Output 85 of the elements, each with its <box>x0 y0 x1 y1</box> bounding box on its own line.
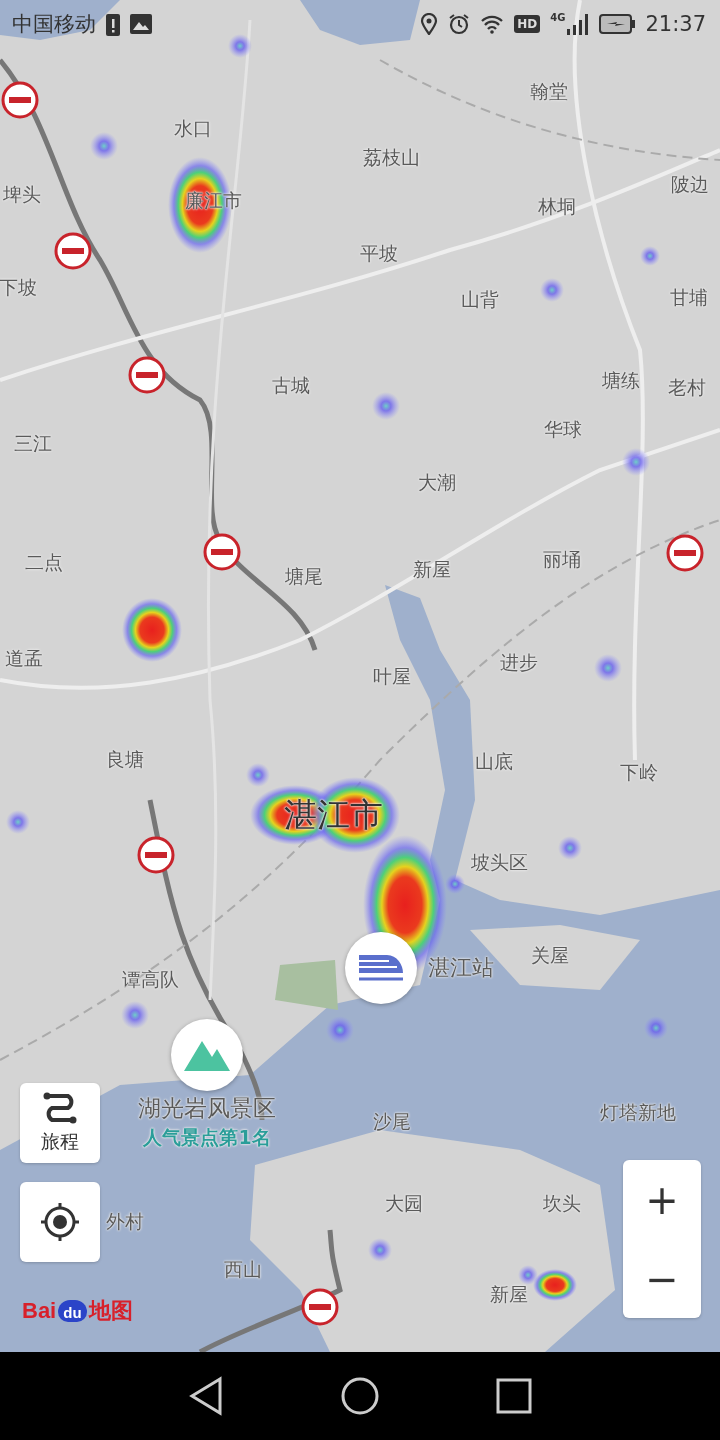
heat-spot <box>594 654 622 682</box>
place-label: 林垌 <box>538 194 576 219</box>
place-label: 塘练 <box>602 368 640 393</box>
logo-paw-badge: du <box>58 1300 87 1322</box>
place-label: 塘尾 <box>285 564 323 589</box>
place-label: 华球 <box>544 417 582 442</box>
place-label: 二点 <box>25 550 63 575</box>
logo-text: 地图 <box>88 1297 133 1325</box>
trip-button[interactable]: 旅程 <box>20 1083 100 1163</box>
station-label: 湛江站 <box>428 954 494 982</box>
heat-spot <box>326 1016 354 1044</box>
mountain-icon <box>184 1039 230 1071</box>
heat-spot <box>368 1238 392 1262</box>
location-icon <box>420 13 439 35</box>
place-label: 山背 <box>461 287 499 312</box>
heat-spot <box>372 392 400 420</box>
place-label: 良塘 <box>106 747 144 772</box>
place-label: 关屋 <box>531 943 569 968</box>
heat-spot <box>122 598 182 662</box>
carrier-name: 中国移动 <box>12 11 96 38</box>
route-icon <box>42 1091 78 1125</box>
place-label: 新屋 <box>413 557 451 582</box>
no-entry-icon <box>128 356 166 394</box>
place-label: 西山 <box>224 1257 262 1282</box>
place-label: 陂边 <box>671 172 709 197</box>
no-entry-icon <box>301 1288 339 1326</box>
place-label: 灯塔新地 <box>600 1100 676 1125</box>
place-label: 老村 <box>668 375 706 400</box>
clock-time: 21:37 <box>645 12 706 36</box>
no-entry-icon <box>54 232 92 270</box>
rank-tag: 人气景点第1名 <box>143 1125 271 1151</box>
place-label: 平坡 <box>360 241 398 266</box>
scenic-pin[interactable] <box>171 1019 243 1091</box>
no-entry-icon <box>1 81 39 119</box>
heat-spot <box>540 278 564 302</box>
heat-spot <box>622 448 650 476</box>
locate-icon <box>39 1201 81 1243</box>
place-label: 古城 <box>272 373 310 398</box>
hd-badge: HD <box>514 15 541 33</box>
signal-icon <box>567 13 590 35</box>
place-label: 水口 <box>174 116 212 141</box>
place-label: 荔枝山 <box>362 145 420 170</box>
place-label: 外村 <box>106 1209 144 1234</box>
place-label: 大园 <box>385 1191 423 1216</box>
locate-button[interactable] <box>20 1182 100 1262</box>
place-label: 道孟 <box>5 646 43 671</box>
heat-spot <box>6 810 30 834</box>
no-entry-icon <box>666 534 704 572</box>
place-label: 丽埇 <box>543 547 581 572</box>
place-label: 甘埔 <box>670 285 708 310</box>
logo-text: Bai <box>22 1298 57 1324</box>
park-area <box>275 960 338 1010</box>
place-label: 翰堂 <box>530 79 568 104</box>
place-label: 进步 <box>500 650 538 675</box>
no-entry-icon <box>137 836 175 874</box>
wifi-icon <box>480 14 505 34</box>
recent-apps-icon[interactable] <box>496 1378 532 1414</box>
place-label: 大潮 <box>418 470 456 495</box>
battery-charging-icon <box>599 14 636 34</box>
place-label: 坎头 <box>543 1191 581 1216</box>
heat-spot <box>90 132 118 160</box>
heat-spot <box>558 836 582 860</box>
heat-spot <box>640 246 660 266</box>
heat-spot <box>644 1016 668 1040</box>
network-type: 4G <box>550 12 566 23</box>
place-label: 三江 <box>14 431 52 456</box>
place-label: 下岭 <box>620 760 658 785</box>
place-label: 沙尾 <box>373 1109 411 1134</box>
place-label: 新屋 <box>490 1282 528 1307</box>
heat-spot <box>121 1001 149 1029</box>
place-label: 坡头区 <box>470 850 528 875</box>
place-label: 叶屋 <box>373 664 411 689</box>
back-icon[interactable] <box>188 1376 224 1416</box>
zoom-in-button[interactable]: + <box>623 1160 701 1239</box>
place-label: 下坡 <box>0 275 37 300</box>
alarm-icon <box>448 13 471 35</box>
battery-alert-icon <box>106 12 120 36</box>
image-icon <box>130 14 152 34</box>
home-icon[interactable] <box>340 1376 380 1416</box>
place-label: 谭高队 <box>121 967 179 992</box>
place-label: 埤头 <box>3 182 41 207</box>
heat-spot <box>228 34 252 58</box>
no-entry-icon <box>203 533 241 571</box>
place-label: 山底 <box>475 749 513 774</box>
zoom-out-button[interactable]: − <box>623 1239 701 1318</box>
